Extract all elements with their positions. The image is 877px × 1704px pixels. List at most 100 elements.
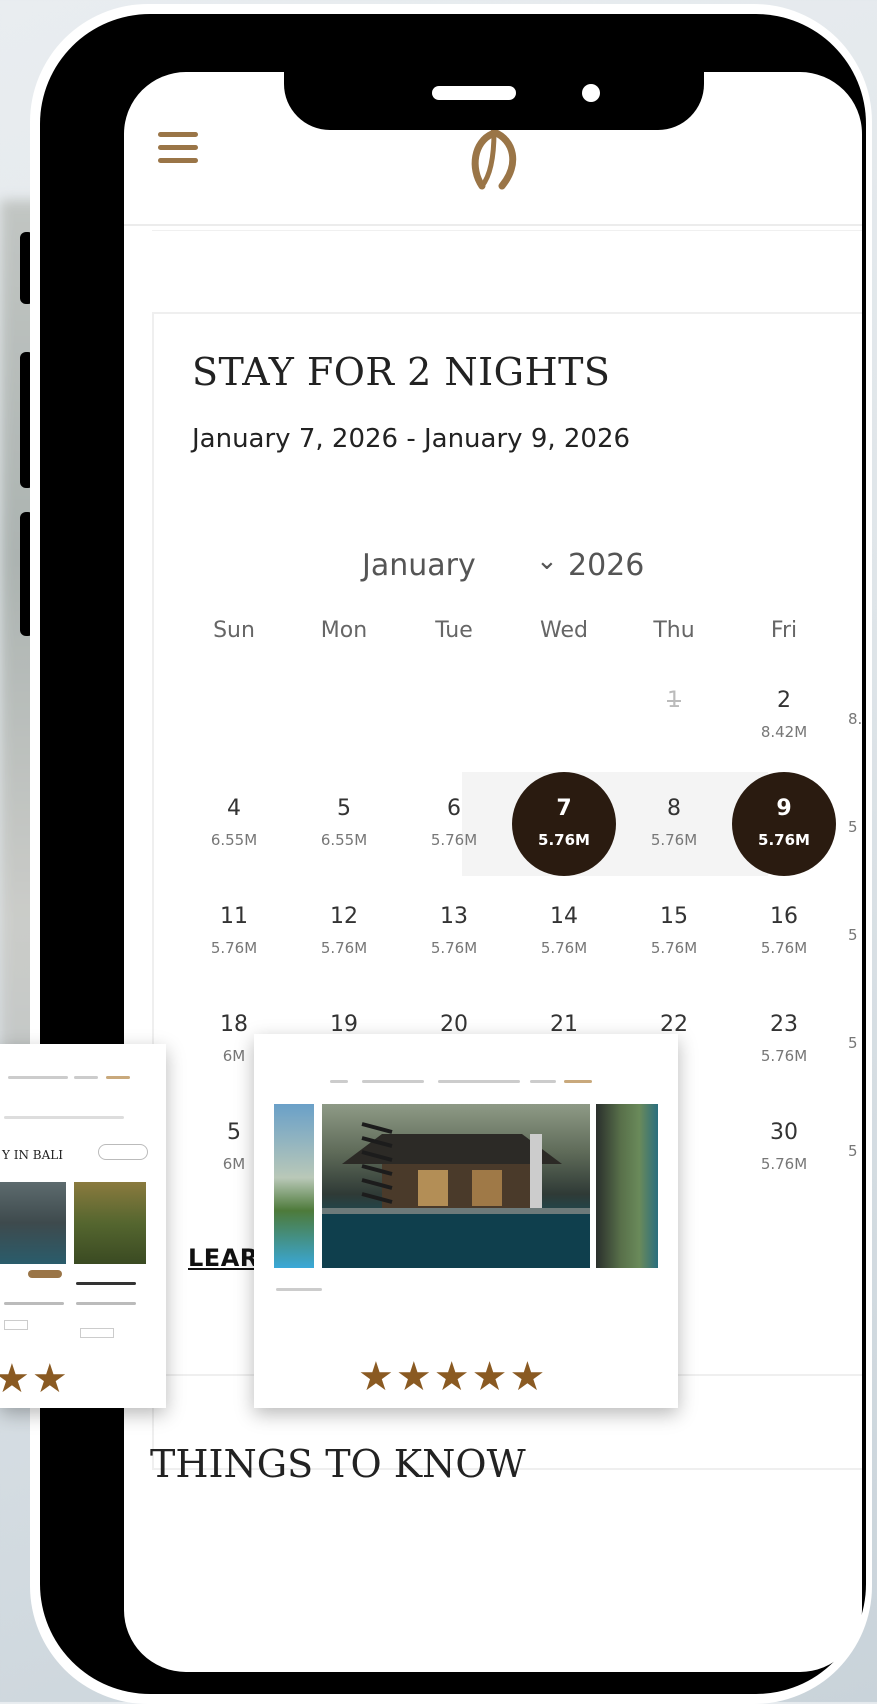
brand-logo-icon[interactable]	[464, 128, 534, 192]
calendar-day[interactable]: 6 5.76M	[402, 772, 506, 876]
mini-nav	[330, 1080, 348, 1083]
calendar-day-number: 7	[556, 796, 572, 821]
mini-nav	[438, 1080, 520, 1083]
camera	[582, 84, 600, 102]
calendar-day-price: 5.76M	[760, 1047, 808, 1065]
calendar-day[interactable]: 5 6.55M	[292, 772, 396, 876]
mini-nav	[564, 1080, 592, 1083]
calendar-day[interactable]: 23 5.76M	[732, 988, 836, 1092]
month-select[interactable]: January	[362, 548, 476, 583]
villa-image-right	[596, 1104, 658, 1268]
day-of-week-label: Wed	[540, 618, 588, 643]
calendar-day-number: 14	[550, 904, 578, 929]
calendar-day-number: 8	[667, 796, 681, 821]
mini-villa-image	[74, 1182, 146, 1264]
calendar-day-price: 5.76M	[758, 831, 810, 849]
day-of-week-label: Tue	[435, 618, 473, 643]
phone-screen: STAY FOR 2 NIGHTS January 7, 2026 - Janu…	[124, 72, 862, 1672]
year-select[interactable]: 2026	[568, 548, 644, 583]
calendar-day-number: 2	[777, 688, 791, 713]
day-of-week-label: Fri	[770, 618, 798, 643]
calendar-day[interactable]: 8 5.76M	[622, 772, 726, 876]
calendar-day-price: 5.76M	[320, 939, 368, 957]
calendar-day-price-clipped: 5	[848, 926, 858, 944]
calendar-day[interactable]: 13 5.76M	[402, 880, 506, 984]
calendar-day[interactable]: 12 5.76M	[292, 880, 396, 984]
preview-card-left: Y IN BALI ★★	[0, 1044, 166, 1408]
header-divider	[124, 224, 862, 226]
mini-text-line	[276, 1288, 322, 1291]
calendar-day-price: 5.76M	[650, 831, 698, 849]
villa-pool-illustration	[322, 1122, 590, 1268]
day-of-week-label: Thu	[653, 618, 695, 643]
things-to-know-heading: THINGS TO KNOW	[150, 1442, 526, 1486]
calendar-day[interactable]: 30 5.76M	[732, 1096, 836, 1200]
mini-heading: Y IN BALI	[2, 1148, 63, 1162]
calendar-day[interactable]: 1	[622, 664, 726, 768]
calendar-day-price: 5.76M	[430, 831, 478, 849]
calendar-day[interactable]: 15 5.76M	[622, 880, 726, 984]
calendar-day[interactable]: 14 5.76M	[512, 880, 616, 984]
speaker	[432, 86, 516, 100]
calendar-day-price-clipped: 5	[848, 1034, 858, 1052]
calendar-day-price: 5.76M	[210, 939, 258, 957]
calendar-day-price-clipped: 5	[848, 1142, 858, 1160]
mini-nav	[74, 1076, 98, 1079]
day-of-week-label: Sun	[213, 618, 255, 643]
calendar-day[interactable]: 2 8.42M	[732, 664, 836, 768]
calendar-day-price: 5.76M	[650, 939, 698, 957]
calendar-day[interactable]: 16 5.76M	[732, 880, 836, 984]
villa-image-main[interactable]	[322, 1104, 590, 1268]
calendar-day-number: 11	[220, 904, 248, 929]
calendar-day-number: 16	[770, 904, 798, 929]
calendar-day-price-clipped: 8.	[848, 710, 862, 728]
villa-image-left	[274, 1104, 314, 1268]
phone-notch	[284, 28, 704, 130]
stay-date-range: January 7, 2026 - January 9, 2026	[192, 424, 631, 454]
calendar-day[interactable]: 9 5.76M	[732, 772, 836, 876]
calendar-day-price: 5.76M	[760, 1155, 808, 1173]
mini-button	[4, 1320, 28, 1330]
calendar-day-price: 6.55M	[210, 831, 258, 849]
mini-price-badge	[28, 1270, 62, 1278]
mini-nav	[8, 1076, 68, 1079]
calendar-day-number: 1	[667, 688, 681, 713]
calendar-day-number: 15	[660, 904, 688, 929]
preview-card-right: ★★★★★	[254, 1034, 678, 1408]
mini-nav	[530, 1080, 556, 1083]
calendar-day-price: 6.55M	[320, 831, 368, 849]
mini-villa-image	[0, 1182, 66, 1264]
calendar-day-price: 5.76M	[540, 939, 588, 957]
mini-text-line	[76, 1302, 136, 1305]
calendar-day-price-clipped: 5	[848, 818, 858, 836]
day-of-week-label: Mon	[320, 618, 368, 643]
calendar-day-number: 23	[770, 1012, 798, 1037]
mini-button	[98, 1144, 148, 1160]
calendar-day-number: 30	[770, 1120, 798, 1145]
mini-title	[76, 1282, 136, 1285]
calendar-day-number: 13	[440, 904, 468, 929]
calendar-day-number: 12	[330, 904, 358, 929]
mini-text-line	[4, 1302, 64, 1305]
calendar-day-number: 9	[776, 796, 792, 821]
rating-stars: ★★★★★	[358, 1354, 548, 1400]
mini-nav	[362, 1080, 424, 1083]
calendar-day-price: 5.76M	[760, 939, 808, 957]
mini-text-line	[4, 1116, 124, 1119]
phone-frame: STAY FOR 2 NIGHTS January 7, 2026 - Janu…	[40, 14, 866, 1694]
mini-button	[80, 1328, 114, 1338]
calendar-day-price: 5.76M	[538, 831, 590, 849]
hamburger-icon[interactable]	[158, 132, 198, 168]
calendar-day-number: 4	[227, 796, 241, 821]
calendar-day[interactable]: 11 5.76M	[182, 880, 286, 984]
calendar-day[interactable]: 4 6.55M	[182, 772, 286, 876]
rating-stars: ★★	[0, 1356, 70, 1402]
mini-nav	[106, 1076, 130, 1079]
calendar-day-price: 8.42M	[760, 723, 808, 741]
header-divider	[152, 230, 862, 231]
calendar-day-number: 6	[447, 796, 461, 821]
calendar-day[interactable]: 7 5.76M	[512, 772, 616, 876]
chevron-down-icon[interactable]: ⌄	[536, 546, 558, 576]
stay-title: STAY FOR 2 NIGHTS	[192, 350, 611, 394]
calendar-day-number: 5	[337, 796, 351, 821]
